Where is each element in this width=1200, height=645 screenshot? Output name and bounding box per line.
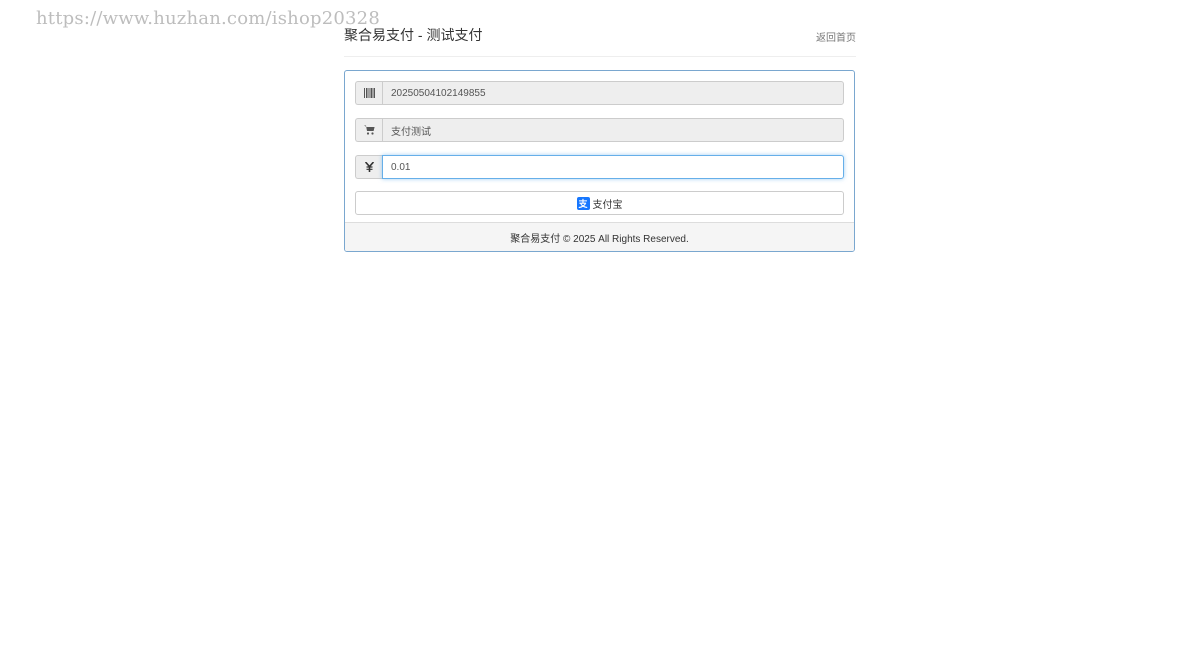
barcode-icon: [355, 81, 382, 105]
order-number-group: [355, 81, 844, 105]
page-header: 聚合易支付 - 测试支付 返回首页: [344, 0, 856, 57]
return-home-link[interactable]: 返回首页: [816, 29, 856, 44]
alipay-button[interactable]: 支 支付宝: [355, 191, 844, 215]
page-title: 聚合易支付 - 测试支付: [344, 27, 483, 43]
amount-group: [355, 155, 844, 179]
product-name-group: [355, 118, 844, 142]
alipay-icon: 支: [576, 196, 590, 210]
shopping-cart-icon: [355, 118, 382, 142]
copyright-text: 聚合易支付 © 2025 All Rights Reserved.: [510, 233, 689, 245]
payment-form: 支 支付宝: [345, 71, 854, 215]
panel-footer: 聚合易支付 © 2025 All Rights Reserved.: [345, 222, 854, 251]
alipay-button-label: 支付宝: [592, 199, 623, 211]
main-container: 聚合易支付 - 测试支付 返回首页 20250504102149855 支付测试…: [344, 0, 856, 252]
order-number-input[interactable]: [382, 81, 844, 105]
yen-icon: [355, 155, 382, 179]
watermark-text: https://www.huzhan.com/ishop20328: [36, 8, 380, 29]
product-name-input[interactable]: [382, 118, 844, 142]
amount-input[interactable]: [382, 155, 844, 179]
payment-panel: 支 支付宝 聚合易支付 © 2025 All Rights Reserved.: [344, 70, 855, 252]
